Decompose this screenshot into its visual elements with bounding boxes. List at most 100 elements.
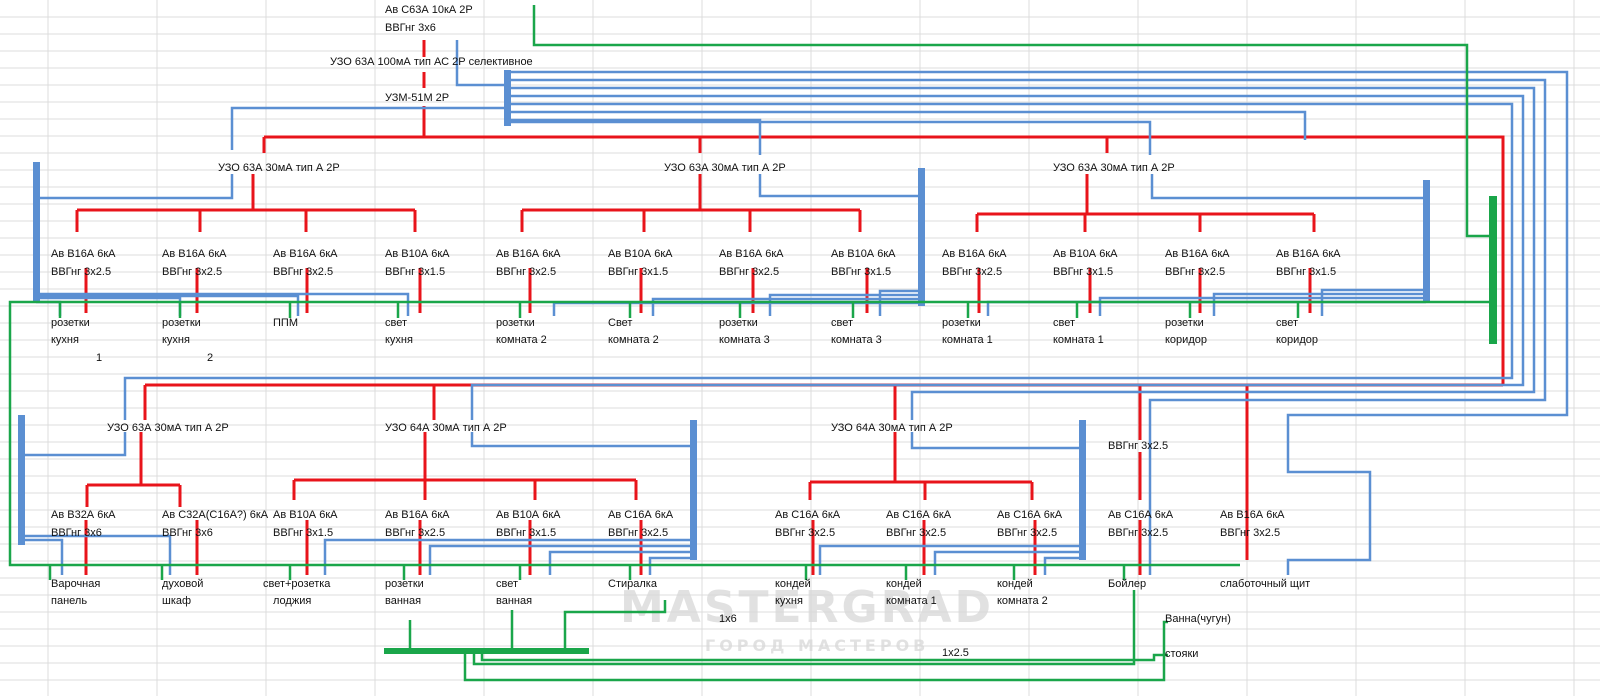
- breaker-label: Ав В10А 6кА: [496, 509, 561, 521]
- breaker-label: Ав С16А 6кА: [775, 509, 841, 521]
- main-neutral-bus: [504, 70, 511, 126]
- rcd-label: УЗО 63А 30мА тип А 2Р: [218, 162, 340, 174]
- wiring-diagram: MASTERGRAD ГОРОД МАСТЕРОВ Ав С63А 10кА 2…: [0, 0, 1600, 696]
- load-label: свет+розетка: [263, 578, 331, 590]
- cable-label: ВВГнг 3х6: [51, 527, 102, 539]
- cable-label: ВВГнг 3х1.5: [1053, 266, 1113, 278]
- load-room-label: кухня: [775, 595, 803, 607]
- load-room-label: шкаф: [162, 595, 191, 607]
- cable-label: ВВГнг 3х1.5: [273, 527, 333, 539]
- cable-label: ВВГнг 3х2.5: [496, 266, 556, 278]
- breaker-label: Ав С16А 6кА: [886, 509, 952, 521]
- main-breaker-label: Ав С63А 10кА 2Р: [385, 4, 473, 16]
- breaker-label: Ав С16А 6кА: [608, 509, 674, 521]
- risers-label: стояки: [1165, 648, 1198, 660]
- cable-label: ВВГнг 3х2.5: [51, 266, 111, 278]
- watermark-subtitle: ГОРОД МАСТЕРОВ: [705, 636, 929, 655]
- load-room-label: комната 2: [608, 334, 659, 346]
- bath-label: Ванна(чугун): [1165, 613, 1231, 625]
- cable-label: ВВГнг 3х2.5: [608, 527, 668, 539]
- load-note: 2: [207, 352, 213, 364]
- load-room-label: комната 1: [942, 334, 993, 346]
- breaker-label: Ав В32А 6кА: [51, 509, 116, 521]
- load-label: розетки: [942, 317, 981, 329]
- breaker-label: Ав С32А(С16А?) 6кА: [162, 509, 269, 521]
- breaker-label: Ав В10А 6кА: [273, 509, 338, 521]
- load-label: свет: [1053, 317, 1075, 329]
- load-room-label: комната 3: [831, 334, 882, 346]
- load-label: розетки: [162, 317, 201, 329]
- cable-label: ВВГнг 3х2.5: [273, 266, 333, 278]
- load-label: розетки: [719, 317, 758, 329]
- load-label: свет: [496, 578, 518, 590]
- cable-label: ВВГнг 3х2.5: [1165, 266, 1225, 278]
- load-label: слаботочный щит: [1220, 578, 1310, 590]
- load-room-label: комната 2: [997, 595, 1048, 607]
- main-earth-bus: [1489, 196, 1497, 344]
- load-room-label: коридор: [1165, 334, 1207, 346]
- cable-label: ВВГнг 3х2.5: [886, 527, 946, 539]
- main-cable-label: ВВГнг 3х6: [385, 22, 436, 34]
- neutral-bus-6: [1079, 420, 1086, 560]
- cable-label: ВВГнг 3х2.5: [942, 266, 1002, 278]
- breaker-label: Ав В10А 6кА: [608, 248, 673, 260]
- load-room-label: панель: [51, 595, 87, 607]
- cable-label: ВВГнг 3х1.5: [385, 266, 445, 278]
- breaker-label: Ав В16А 6кА: [1276, 248, 1341, 260]
- breaker-label: Ав В16А 6кА: [1165, 248, 1230, 260]
- load-room-label: ванная: [385, 595, 421, 607]
- breaker-label: Ав В16А 6кА: [719, 248, 784, 260]
- load-label: Стиралка: [608, 578, 658, 590]
- rcd-label: УЗО 63А 30мА тип А 2Р: [107, 422, 229, 434]
- load-label: кондей: [886, 578, 922, 590]
- boiler-feed-cable-label: ВВГнг 3х2.5: [1108, 440, 1168, 452]
- load-room-label: комната 3: [719, 334, 770, 346]
- cable-label: ВВГнг 3х2.5: [997, 527, 1057, 539]
- load-label: Свет: [608, 317, 632, 329]
- voltage-relay-label: УЗМ-51М 2Р: [385, 92, 449, 104]
- load-label: Варочная: [51, 578, 100, 590]
- main-input: Ав С63А 10кА 2Р ВВГнг 3х6 УЗО 63А 100мА …: [330, 4, 533, 104]
- load-label: свет: [1276, 317, 1298, 329]
- neutral-bus-2: [918, 168, 925, 306]
- load-room-label: ванная: [496, 595, 532, 607]
- load-label: Бойлер: [1108, 578, 1146, 590]
- rcd-label: УЗО 63А 30мА тип А 2Р: [664, 162, 786, 174]
- cable-label: ВВГнг 3х6: [162, 527, 213, 539]
- breaker-label: Ав В16А 6кА: [273, 248, 338, 260]
- rcd-label: УЗО 63А 30мА тип А 2Р: [1053, 162, 1175, 174]
- neutral-bus-1: [33, 162, 40, 302]
- breaker-label: Ав В16А 6кА: [385, 509, 450, 521]
- rcd-label: УЗО 64А 30мА тип А 2Р: [831, 422, 953, 434]
- cable-label: ВВГнг 3х1.5: [831, 266, 891, 278]
- load-label: розетки: [51, 317, 90, 329]
- breaker-label: Ав С16А 6кА: [997, 509, 1063, 521]
- load-room-label: комната 1: [886, 595, 937, 607]
- load-room-label: кухня: [162, 334, 190, 346]
- cable-label: ВВГнг 3х1.5: [608, 266, 668, 278]
- load-room-label: комната 2: [496, 334, 547, 346]
- load-label: духовой: [162, 578, 203, 590]
- load-room-label: комната 1: [1053, 334, 1104, 346]
- breaker-label: Ав В16А 6кА: [942, 248, 1007, 260]
- load-label: свет: [831, 317, 853, 329]
- breaker-label: Ав В10А 6кА: [1053, 248, 1118, 260]
- load-note: 1: [96, 352, 102, 364]
- cable-label: ВВГнг 3х2.5: [719, 266, 779, 278]
- breaker-label: Ав В16А 6кА: [496, 248, 561, 260]
- load-room-label: кухня: [51, 334, 79, 346]
- load-label: кондей: [775, 578, 811, 590]
- cable-label: ВВГнг 3х2.5: [385, 527, 445, 539]
- breaker-label: Ав В10А 6кА: [385, 248, 450, 260]
- load-label: свет: [385, 317, 407, 329]
- bathroom-earth-bus: [384, 648, 589, 654]
- load-label: розетки: [1165, 317, 1204, 329]
- cable-label: ВВГнг 3х1.5: [496, 527, 556, 539]
- cable-label: ВВГнг 3х2.5: [1108, 527, 1168, 539]
- neutral-bus-4: [18, 415, 25, 545]
- earth-cable-label: 1х2.5: [942, 647, 969, 659]
- cable-label: ВВГнг 3х2.5: [162, 266, 222, 278]
- load-label: кондей: [997, 578, 1033, 590]
- load-room-label: коридор: [1276, 334, 1318, 346]
- breaker-label: Ав В16А 6кА: [1220, 509, 1285, 521]
